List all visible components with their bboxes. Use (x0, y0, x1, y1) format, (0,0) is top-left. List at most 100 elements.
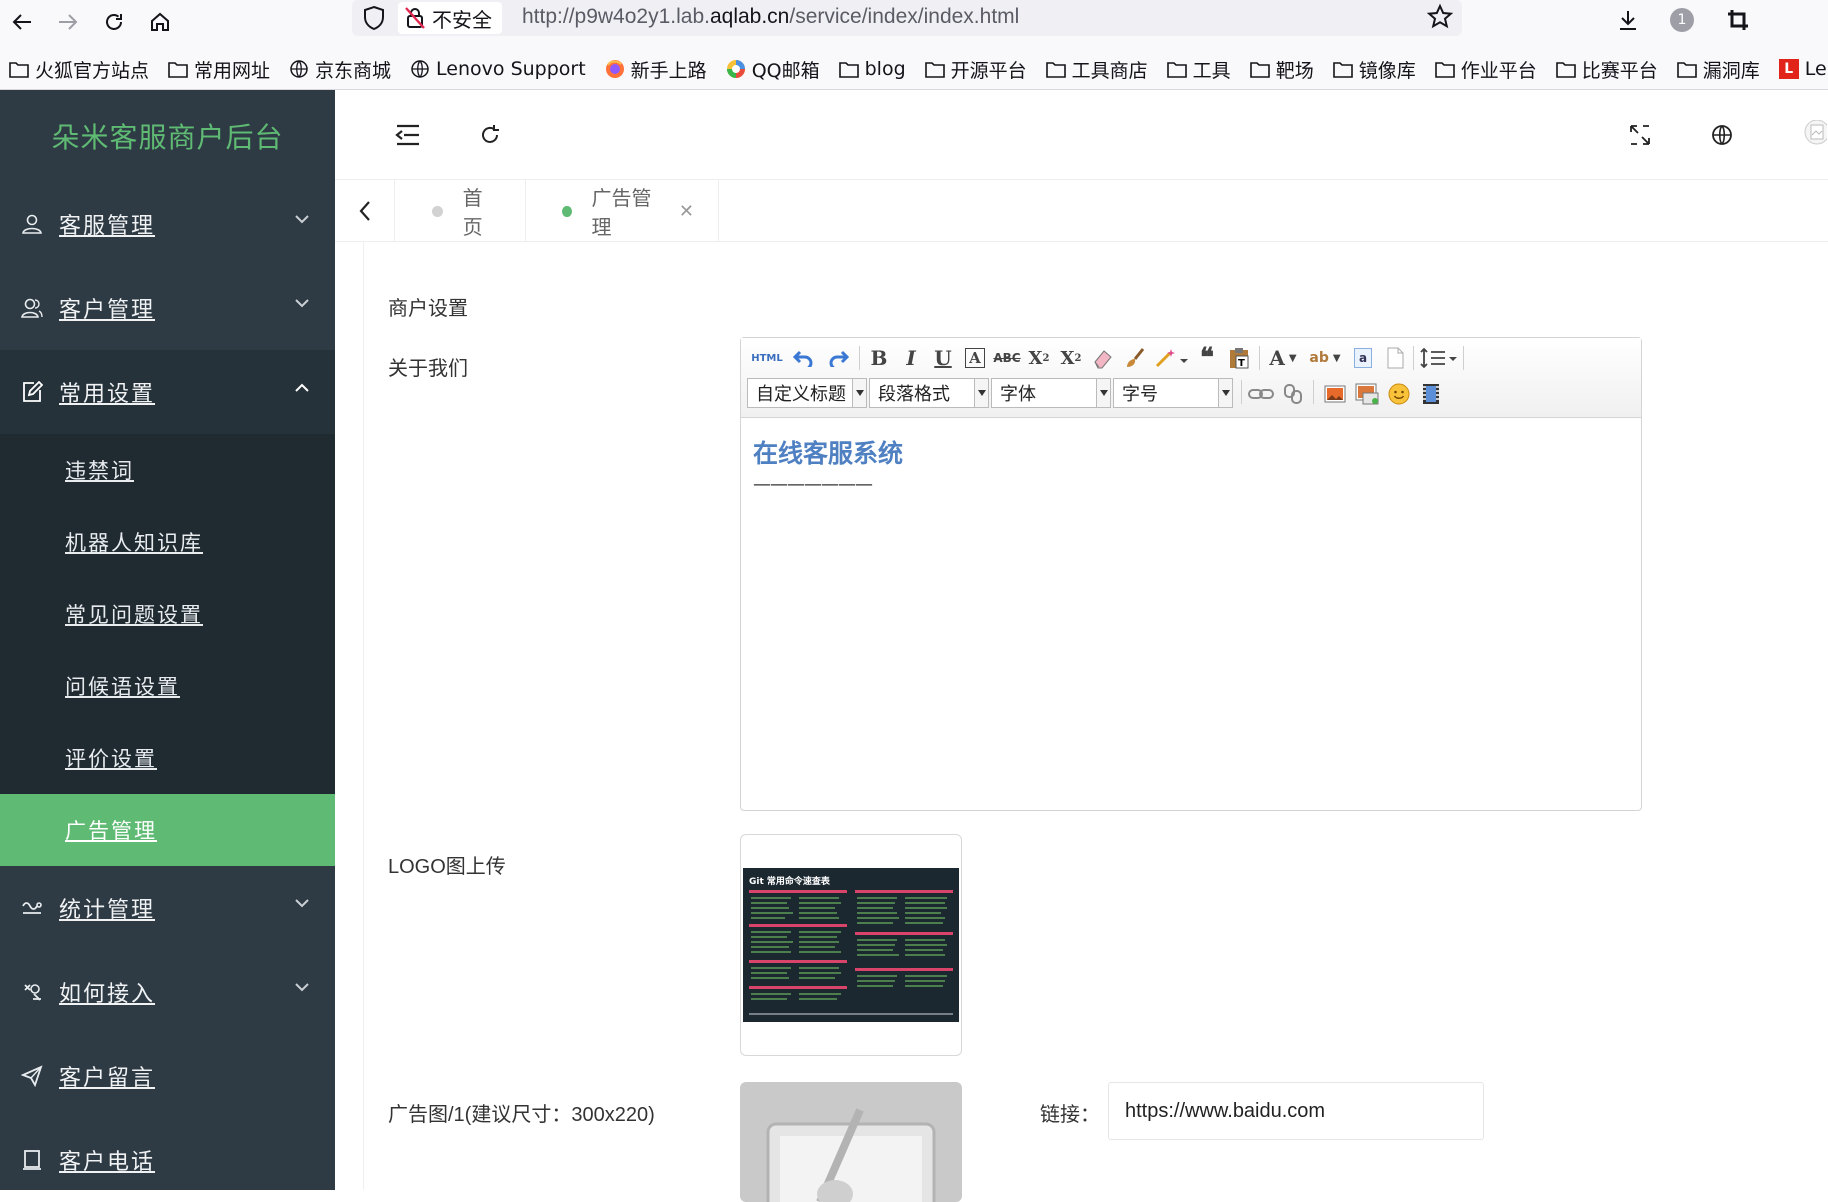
rich-text-editor[interactable]: HTML B I U A ABC X2 X2 ❝ T A ▼ ab ▼ a 自定义标… (740, 337, 1642, 811)
bookmark-item[interactable]: LLeno (1770, 52, 1828, 86)
paste-text-button[interactable]: T (1225, 344, 1253, 372)
tab-ad-management[interactable]: 广告管理 ✕ (526, 180, 719, 242)
chevron-down-icon (1096, 379, 1110, 407)
bookmark-item[interactable]: 作业平台 (1426, 52, 1547, 86)
insert-multi-image-button[interactable] (1353, 380, 1381, 408)
sidebar-submenu-item[interactable]: 广告管理 (0, 794, 335, 866)
font-color-button[interactable]: A ▼ (1265, 344, 1301, 372)
reload-button[interactable] (98, 6, 130, 38)
sidebar-submenu-item[interactable]: 常见问题设置 (0, 578, 335, 650)
redo-button[interactable] (825, 344, 853, 372)
sidebar-submenu-item[interactable]: 问候语设置 (0, 650, 335, 722)
extension-badge-button[interactable]: 1 (1666, 4, 1698, 36)
sidebar-menu-item[interactable]: 客户电话 (0, 1118, 335, 1202)
url-text[interactable]: http://p9w4o2y1.lab.aqlab.cn/service/ind… (522, 5, 1019, 29)
italic-button[interactable]: I (897, 344, 925, 372)
eraser-button[interactable] (1089, 344, 1117, 372)
insert-video-button[interactable] (1417, 380, 1445, 408)
bookmark-star-button[interactable] (1426, 3, 1456, 33)
folder-icon (167, 58, 189, 80)
font-size-select[interactable]: 字号 (1113, 378, 1233, 408)
subscript-button[interactable]: X2 (1057, 344, 1085, 372)
format-painter-button[interactable] (1121, 344, 1149, 372)
bookmark-item[interactable]: 开源平台 (916, 52, 1037, 86)
sidebar-menu-label: 常用设置 (59, 382, 156, 407)
select-all-button[interactable]: a (1349, 344, 1377, 372)
brand-title[interactable]: 朵米客服商户后台 (0, 90, 335, 182)
unlink-button[interactable] (1279, 380, 1307, 408)
bookmark-item[interactable]: 靶场 (1241, 52, 1324, 86)
sidebar-menu-item[interactable]: 如何接入 (0, 950, 335, 1034)
line-height-button[interactable] (1419, 344, 1459, 372)
bookmark-item[interactable]: 火狐官方站点 (0, 52, 159, 86)
fullscreen-button[interactable] (1625, 120, 1655, 150)
editor-content[interactable]: 在线客服系统 ——————— (753, 434, 903, 495)
logo-upload-box[interactable]: Git 常用命令速查表 (740, 834, 962, 1056)
highlight-color-button[interactable]: ab ▼ (1305, 344, 1345, 372)
html-source-button[interactable]: HTML (749, 344, 785, 372)
tab-close-icon[interactable]: ✕ (679, 201, 694, 222)
font-size-value: 字号 (1122, 384, 1158, 405)
refresh-button[interactable] (475, 120, 505, 150)
sidebar-menu-item[interactable]: 客户留言 (0, 1034, 335, 1118)
bookmark-label: 镜像库 (1358, 59, 1416, 82)
security-label: 不安全 (432, 7, 492, 32)
blockquote-button[interactable]: ❝ (1193, 343, 1221, 373)
underline-button[interactable]: U (929, 344, 957, 372)
message-icon (20, 1064, 44, 1088)
bookmark-item[interactable]: Lenovo Support (401, 52, 596, 86)
bookmark-item[interactable]: 常用网址 (159, 52, 280, 86)
url-bar[interactable]: 不安全 http://p9w4o2y1.lab.aqlab.cn/service… (352, 0, 1462, 36)
auto-format-button[interactable] (1153, 344, 1189, 372)
font-border-button[interactable]: A (961, 344, 989, 372)
toggle-sidebar-button[interactable] (393, 120, 423, 150)
bookmark-item[interactable]: 京东商城 (280, 52, 401, 86)
user-avatar[interactable] (1790, 120, 1828, 150)
font-family-select[interactable]: 字体 (991, 378, 1111, 408)
superscript-button[interactable]: X2 (1025, 344, 1053, 372)
custom-heading-select[interactable]: 自定义标题 (747, 378, 867, 408)
bookmark-item[interactable]: 比赛平台 (1547, 52, 1668, 86)
sidebar-menu-item[interactable]: 客户管理 (0, 266, 335, 350)
sidebar-submenu-item[interactable]: 违禁词 (0, 434, 335, 506)
bookmark-item[interactable]: QQ邮箱 (717, 52, 830, 86)
clear-doc-button[interactable] (1381, 344, 1409, 372)
chevron-down-icon (1218, 379, 1232, 407)
emoticon-button[interactable] (1385, 380, 1413, 408)
paragraph-format-select[interactable]: 段落格式 (869, 378, 989, 408)
tabs-bar: 首页 广告管理 ✕ (335, 180, 1828, 242)
sidebar-menu-item[interactable]: 统计管理 (0, 866, 335, 950)
bookmark-item[interactable]: 漏洞库 (1668, 52, 1770, 86)
insert-image-button[interactable] (1321, 380, 1349, 408)
brush-icon (1127, 348, 1145, 367)
bookmark-item[interactable]: blog (830, 52, 916, 86)
sidebar-submenu-label: 机器人知识库 (65, 531, 203, 555)
ad-image-upload-box[interactable] (740, 1082, 962, 1202)
bold-button[interactable]: B (865, 344, 893, 372)
home-button[interactable] (144, 6, 176, 38)
forward-button[interactable] (52, 6, 84, 38)
firefox-icon (604, 58, 626, 80)
bookmark-item[interactable]: 新手上路 (596, 52, 717, 86)
chevron-left-icon (359, 201, 370, 221)
ad-link-input[interactable] (1108, 1082, 1484, 1140)
insert-link-button[interactable] (1247, 380, 1275, 408)
security-indicator[interactable]: 不安全 (398, 2, 502, 34)
sidebar-menu-item[interactable]: 客服管理 (0, 182, 335, 266)
bookmark-item[interactable]: 工具商店 (1037, 52, 1158, 86)
sidebar-menu-item[interactable]: 常用设置 (0, 350, 335, 434)
download-icon (1620, 11, 1636, 30)
sidebar-submenu-item[interactable]: 机器人知识库 (0, 506, 335, 578)
bookmark-item[interactable]: 镜像库 (1324, 52, 1426, 86)
back-button[interactable] (6, 6, 38, 38)
undo-button[interactable] (789, 344, 817, 372)
crop-screenshot-button[interactable] (1722, 4, 1754, 36)
downloads-button[interactable] (1612, 4, 1644, 36)
tab-status-dot (432, 205, 443, 217)
strikethrough-button[interactable]: ABC (993, 344, 1021, 372)
tab-home[interactable]: 首页 (396, 180, 526, 242)
tabs-scroll-left-button[interactable] (335, 180, 395, 242)
bookmark-item[interactable]: 工具 (1158, 52, 1241, 86)
language-button[interactable] (1707, 120, 1737, 150)
sidebar-submenu-item[interactable]: 评价设置 (0, 722, 335, 794)
